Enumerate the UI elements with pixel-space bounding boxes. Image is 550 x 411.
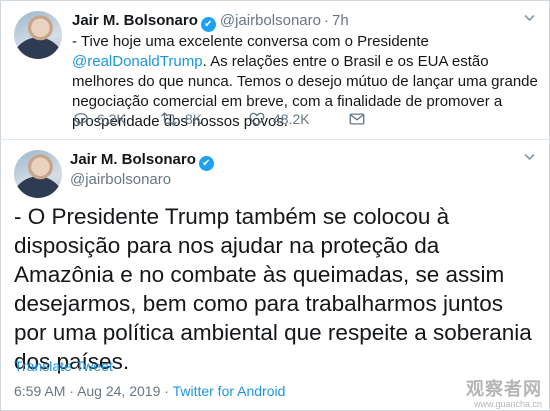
- translate-tweet-link[interactable]: Translate Tweet: [14, 358, 113, 374]
- tweet-actions: 6.2K 8K 48.2K: [72, 110, 538, 130]
- tweet-time[interactable]: 7h: [332, 12, 349, 29]
- author-avatar[interactable]: [14, 11, 62, 59]
- author-handle[interactable]: @jairbolsonaro: [70, 170, 171, 190]
- mention-link[interactable]: @realDonaldTrump: [72, 53, 203, 70]
- chevron-down-icon[interactable]: [523, 150, 536, 166]
- author-name[interactable]: Jair M. Bolsonaro: [72, 12, 198, 29]
- retweet-count: 8K: [185, 111, 203, 127]
- retweet-icon: [161, 112, 177, 126]
- tweet-time[interactable]: 6:59 AM: [14, 383, 65, 399]
- tweet-date[interactable]: Aug 24, 2019: [77, 383, 160, 399]
- reply-icon: [74, 113, 88, 126]
- tweet-header: Jair M. Bolsonaro ✔ @jairbolsonaro · 7h: [72, 11, 349, 32]
- tweet-header: Jair M. Bolsonaro ✔: [70, 150, 214, 171]
- tweet-source-link[interactable]: Twitter for Android: [173, 383, 286, 399]
- envelope-icon: [349, 113, 365, 125]
- separator-dot: ·: [323, 12, 329, 29]
- like-count: 48.2K: [273, 111, 310, 127]
- reply-button[interactable]: 6.2K: [72, 110, 126, 128]
- direct-message-button[interactable]: [348, 110, 366, 128]
- verified-badge-icon: ✔: [198, 156, 214, 171]
- separator-dot: ·: [164, 383, 169, 399]
- watermark: 观察者网 www.guancha.cn: [466, 375, 542, 409]
- chevron-down-icon[interactable]: [523, 11, 536, 27]
- separator-dot: ·: [69, 383, 74, 399]
- tweet-metadata: 6:59 AM · Aug 24, 2019 · Twitter for And…: [14, 383, 285, 399]
- verified-badge-icon: ✔: [200, 17, 216, 32]
- author-name[interactable]: Jair M. Bolsonaro: [70, 151, 196, 168]
- author-avatar[interactable]: [14, 150, 62, 198]
- heart-icon: [249, 112, 265, 126]
- watermark-chinese-text: 观察者网: [466, 379, 542, 399]
- tweet-card[interactable]: Jair M. Bolsonaro ✔ @jairbolsonaro · 7h - Ti…: [0, 0, 550, 140]
- retweet-button[interactable]: 8K: [160, 110, 202, 128]
- tweet-text: - O Presidente Trump também se colocou à…: [14, 204, 532, 374]
- like-button[interactable]: 48.2K: [248, 110, 310, 128]
- watermark-url: www.guancha.cn: [473, 399, 542, 409]
- author-handle[interactable]: @jairbolsonaro: [220, 12, 321, 29]
- tweet-text-part: - Tive hoje uma excelente conversa com o…: [72, 33, 429, 50]
- reply-count: 6.2K: [97, 111, 126, 127]
